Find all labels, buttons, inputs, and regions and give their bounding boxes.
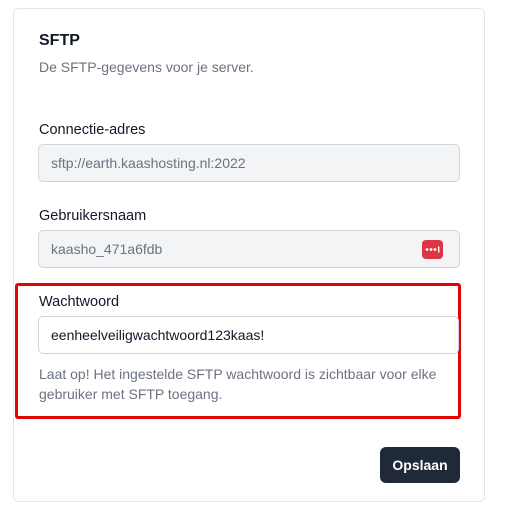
username-field[interactable]: kaasho_471a6fdb [38,230,460,268]
section-subtitle: De SFTP-gegevens voor je server. [39,59,254,75]
connection-label: Connectie-adres [39,122,146,138]
password-warning-text: Laat op! Het ingestelde SFTP wachtwoord … [39,366,437,402]
connection-field[interactable]: sftp://earth.kaashosting.nl:2022 [38,144,460,182]
username-label: Gebruikersnaam [39,208,147,224]
username-value: kaasho_471a6fdb [51,241,163,257]
section-title: SFTP [39,32,80,49]
password-manager-icon[interactable] [422,240,443,259]
password-value: eenheelveiligwachtwoord123kaas! [51,327,265,343]
connection-value: sftp://earth.kaashosting.nl:2022 [51,155,246,171]
password-label: Wachtwoord [39,294,120,310]
save-button[interactable]: Opslaan [380,447,460,483]
password-field[interactable]: eenheelveiligwachtwoord123kaas! [38,316,459,354]
